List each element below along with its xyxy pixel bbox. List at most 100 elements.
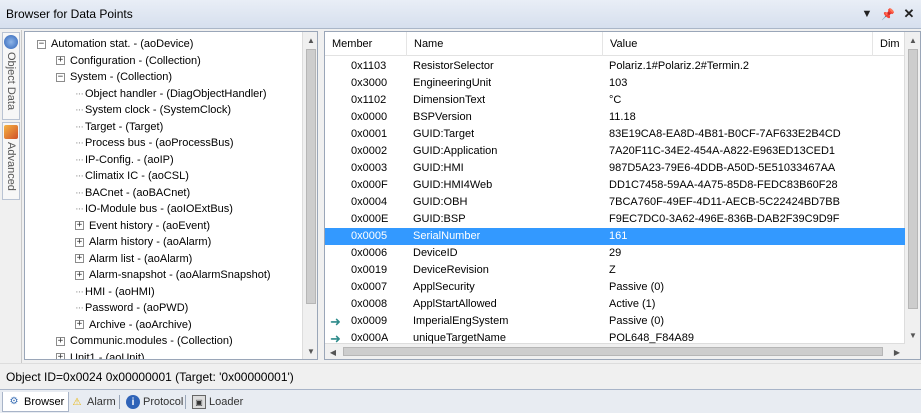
cell-member: 0x0005: [351, 230, 388, 242]
expand-icon[interactable]: +: [75, 254, 84, 264]
expand-icon[interactable]: +: [56, 353, 65, 359]
grid-hscroll-thumb[interactable]: [343, 347, 883, 356]
tree-node[interactable]: ··· IP-Config. - (aoIP): [75, 152, 174, 169]
scroll-down-icon[interactable]: ▼: [303, 343, 317, 359]
browser-icon: ⚙: [9, 396, 19, 407]
tree-node-label: Unit1 - (aoUnit): [70, 351, 145, 360]
table-row[interactable]: 0x000F GUID:HMI4Web DD1C7458-59AA-4A75-85D…: [325, 177, 905, 194]
window-title: Browser for Data Points: [6, 7, 133, 21]
tree-node[interactable]: − System - (Collection): [56, 69, 172, 86]
tree-connector: ···: [75, 104, 84, 117]
tree-node[interactable]: ··· Object handler - (DiagObjectHandler): [75, 86, 267, 103]
grid-scroll-thumb[interactable]: [908, 49, 918, 309]
cell-name: GUID:HMI: [413, 162, 464, 174]
cell-value: 11.18: [609, 111, 636, 123]
arrow-right-icon: ➜: [330, 331, 341, 346]
advanced-icon: [4, 125, 18, 139]
expand-icon[interactable]: +: [75, 320, 84, 330]
cell-member: 0x0000: [351, 111, 388, 123]
column-value[interactable]: Value: [603, 32, 873, 56]
dropdown-icon[interactable]: ▼: [858, 5, 876, 23]
table-row[interactable]: 0x3000 EngineeringUnit 103: [325, 75, 905, 92]
tree-node[interactable]: + Archive - (aoArchive): [75, 317, 192, 334]
cell-value: 29: [609, 247, 622, 259]
table-row[interactable]: 0x0003 GUID:HMI 987D5A23-79E6-4DDB-A50D-5E…: [325, 160, 905, 177]
cell-value: 103: [609, 77, 628, 89]
tab-object-data[interactable]: Object Data: [2, 32, 20, 120]
tree-node-label: Target - (Target): [85, 120, 164, 133]
tree-node-label: System - (Collection): [70, 71, 173, 84]
data-point-grid[interactable]: Member Name Value Dim ▲ ▼ ◀ ▶ 0x1103 Resi…: [324, 31, 921, 360]
table-row[interactable]: 0x0004 GUID:OBH 7BCA760F-49EF-4D11-AECB-5C…: [325, 194, 905, 211]
tab-protocol[interactable]: i Protocol: [122, 392, 187, 412]
table-row[interactable]: ➜ 0x0009 ImperialEngSystem Passive (0): [325, 313, 905, 330]
tree-scrollbar[interactable]: ▲ ▼: [302, 32, 317, 359]
expand-icon[interactable]: +: [56, 56, 65, 66]
expand-icon[interactable]: +: [75, 221, 84, 231]
tree-node-label: Alarm list - (aoAlarm): [89, 252, 193, 265]
collapse-icon[interactable]: −: [37, 39, 46, 49]
tree-node[interactable]: ··· Target - (Target): [75, 119, 163, 136]
table-row[interactable]: ➜ 0x000A uniqueTargetName POL648_F84A89: [325, 330, 905, 347]
cell-name: uniqueTargetName: [413, 332, 506, 344]
table-row[interactable]: 0x0006 DeviceID 29: [325, 245, 905, 262]
cell-value: Z: [609, 264, 616, 276]
tree-node[interactable]: + Alarm list - (aoAlarm): [75, 251, 192, 268]
tree-node[interactable]: ··· BACnet - (aoBACnet): [75, 185, 190, 202]
tree-node[interactable]: ··· System clock - (SystemClock): [75, 102, 231, 119]
tree-node[interactable]: + Event history - (aoEvent): [75, 218, 210, 235]
close-icon[interactable]: ✕: [900, 5, 918, 23]
tree-node[interactable]: ··· Password - (aoPWD): [75, 300, 188, 317]
table-row[interactable]: 0x0005 SerialNumber 161: [325, 228, 905, 245]
tree-node-label: Object handler - (DiagObjectHandler): [85, 87, 267, 100]
tree-node-label: Event history - (aoEvent): [89, 219, 211, 232]
table-row[interactable]: 0x0019 DeviceRevision Z: [325, 262, 905, 279]
grid-scrollbar[interactable]: ▲ ▼: [904, 32, 920, 359]
tab-advanced[interactable]: Advanced: [2, 122, 20, 200]
table-row[interactable]: 0x0000 BSPVersion 11.18: [325, 109, 905, 126]
tab-alarm[interactable]: ⚠ Alarm: [66, 392, 120, 412]
tree-node[interactable]: ··· HMI - (aoHMI): [75, 284, 155, 301]
tree-node[interactable]: + Configuration - (Collection): [56, 53, 201, 70]
grid-header: Member Name Value Dim: [325, 32, 905, 56]
object-tree[interactable]: +Unit2 - (aoUnit)+Unit1 - (aoUnit)+Commu…: [24, 31, 318, 360]
tree-node-label: Configuration - (Collection): [70, 54, 201, 67]
table-row[interactable]: 0x0002 GUID:Application 7A20F11C-34E2-454A…: [325, 143, 905, 160]
table-row[interactable]: 0x1102 DimensionText °C: [325, 92, 905, 109]
table-row[interactable]: 0x0001 GUID:Target 83E19CA8-EA8D-4B81-B0CF…: [325, 126, 905, 143]
tree-node[interactable]: ··· Process bus - (aoProcessBus): [75, 135, 234, 152]
table-row[interactable]: 0x1103 ResistorSelector Polariz.1#Polariz.…: [325, 58, 905, 75]
tree-node[interactable]: ··· IO-Module bus - (aoIOExtBus): [75, 201, 233, 218]
expand-icon[interactable]: +: [75, 237, 84, 247]
tree-node[interactable]: + Communic.modules - (Collection): [56, 333, 233, 350]
tree-node[interactable]: + Alarm-snapshot - (aoAlarmSnapshot): [75, 267, 271, 284]
table-row[interactable]: 0x0007 ApplSecurity Passive (0): [325, 279, 905, 296]
pin-icon[interactable]: 📌: [879, 5, 897, 23]
collapse-icon[interactable]: −: [56, 72, 65, 82]
cell-name: ResistorSelector: [413, 60, 494, 72]
tree-node-label: Process bus - (aoProcessBus): [85, 137, 234, 150]
cell-member: 0x1102: [351, 94, 387, 106]
expand-icon[interactable]: +: [56, 336, 65, 346]
tree-node-label: BACnet - (aoBACnet): [85, 186, 191, 199]
tab-loader[interactable]: ▣ Loader: [188, 392, 247, 412]
side-tab-strip: Object Data Advanced: [0, 30, 22, 369]
column-member[interactable]: Member: [325, 32, 407, 56]
table-row[interactable]: 0x0008 ApplStartAllowed Active (1): [325, 296, 905, 313]
warning-icon: ⚠: [72, 396, 82, 408]
cell-name: GUID:BSP: [413, 213, 466, 225]
scroll-down-icon[interactable]: ▼: [905, 327, 920, 343]
scroll-up-icon[interactable]: ▲: [905, 32, 920, 48]
tab-browser[interactable]: ⚙ Browser: [2, 392, 70, 412]
tree-node[interactable]: ··· Climatix IC - (aoCSL): [75, 168, 189, 185]
tree-node[interactable]: + Unit1 - (aoUnit): [56, 350, 145, 360]
expand-icon[interactable]: +: [75, 270, 84, 280]
column-name[interactable]: Name: [407, 32, 603, 56]
table-row[interactable]: 0x000E GUID:BSP F9EC7DC0-3A62-496E-836B-DA…: [325, 211, 905, 228]
scroll-up-icon[interactable]: ▲: [303, 32, 317, 48]
tree-node[interactable]: + Alarm history - (aoAlarm): [75, 234, 211, 251]
tree-scroll-thumb[interactable]: [306, 49, 316, 304]
cell-member: 0x1103: [351, 60, 387, 72]
loader-icon: ▣: [192, 395, 206, 409]
tree-node[interactable]: − Automation stat. - (aoDevice): [37, 36, 193, 53]
